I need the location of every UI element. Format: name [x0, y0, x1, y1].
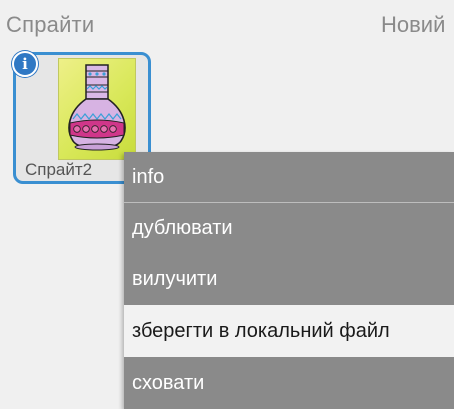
menu-item-info[interactable]: info	[124, 152, 454, 202]
new-sprite-label[interactable]: Новий	[381, 12, 454, 38]
menu-item-duplicate[interactable]: дублювати	[124, 203, 454, 254]
sprite-context-menu: info дублювати вилучити зберегти в локал…	[124, 152, 454, 409]
vase-icon	[68, 64, 126, 151]
sprites-panel: Спрайти Новий i Спрайт2 info дублювати в…	[0, 0, 454, 409]
sprites-panel-title: Спрайти	[6, 12, 95, 37]
menu-item-save-to-local-file[interactable]: зберегти в локальний файл	[124, 305, 454, 357]
sprite-thumbnail	[58, 58, 136, 160]
menu-item-hide[interactable]: сховати	[124, 358, 454, 409]
info-icon[interactable]: i	[12, 51, 38, 77]
sprite-name: Спрайт2	[25, 160, 93, 179]
menu-item-delete[interactable]: вилучити	[124, 254, 454, 304]
